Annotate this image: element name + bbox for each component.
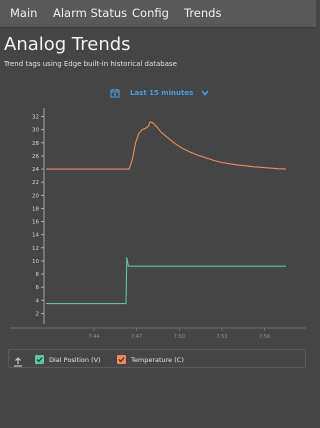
x-tick-label: 7:44 (88, 334, 99, 340)
y-tick-label: 8 (36, 272, 40, 278)
y-tick-label: 24 (32, 167, 39, 173)
export-icon[interactable] (12, 353, 24, 372)
y-tick-label: 14 (32, 233, 39, 239)
checkbox-checked-icon[interactable] (35, 355, 44, 364)
y-tick-label: 28 (32, 141, 39, 147)
checkbox-checked-icon[interactable] (117, 355, 126, 364)
chart-legend: Dial Position (V) Temperature (C) (8, 349, 306, 368)
y-tick-label: 12 (32, 246, 39, 252)
x-tick-label: 7:56 (259, 334, 270, 340)
legend-item-dial-position[interactable]: Dial Position (V) (35, 354, 101, 365)
y-tick-label: 6 (36, 285, 40, 291)
series-layer (46, 121, 287, 305)
x-tick-label: 7:50 (174, 334, 185, 340)
y-tick-label: 20 (32, 193, 39, 199)
y-tick-label: 16 (32, 220, 39, 226)
y-tick-label: 26 (32, 154, 39, 160)
y-tick-label: 32 (32, 115, 39, 121)
y-tick-label: 10 (32, 259, 39, 265)
legend-label: Temperature (C) (131, 355, 184, 364)
x-axis: 7:44 7:47 7:50 7:53 7:56 (10, 327, 306, 340)
y-tick-label: 4 (36, 298, 40, 304)
y-tick-label: 2 (36, 311, 40, 317)
y-tick-label: 22 (32, 180, 39, 186)
x-tick-label: 7:47 (131, 334, 142, 340)
legend-label: Dial Position (V) (49, 355, 101, 364)
y-tick-label: 18 (32, 206, 39, 212)
series-line-dial-position-v (46, 257, 286, 305)
legend-item-temperature[interactable]: Temperature (C) (117, 354, 184, 365)
y-tick-label: 30 (32, 128, 39, 134)
series-line-temperature-c (46, 121, 287, 170)
y-axis: 2468101214161820222426283032 (32, 108, 45, 324)
trend-chart: 2468101214161820222426283032 7:44 7:47 7:5… (10, 108, 306, 340)
x-tick-label: 7:53 (216, 334, 227, 340)
